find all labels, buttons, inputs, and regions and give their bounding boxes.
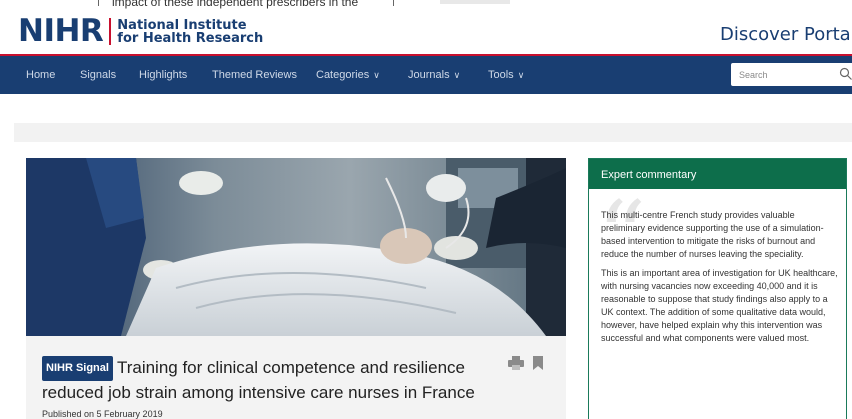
search-box — [731, 63, 852, 86]
chevron-down-icon: ∨ — [373, 70, 380, 80]
expert-commentary: Expert commentary “ This multi-centre Fr… — [588, 158, 847, 419]
site-header: impact of these independent prescribers … — [0, 0, 852, 56]
commentary-paragraph: This multi-centre French study provides … — [601, 210, 824, 259]
logo-text: National Institute for Health Research — [117, 19, 263, 45]
nav-label: Tools — [488, 69, 514, 81]
nav-themed-reviews[interactable]: Themed Reviews — [212, 69, 297, 81]
page: impact of these independent prescribers … — [0, 0, 852, 419]
nav-label: Themed Reviews — [212, 69, 297, 81]
commentary-body: This multi-centre French study provides … — [601, 209, 841, 351]
chevron-down-icon: ∨ — [453, 70, 461, 80]
logo-separator — [109, 18, 112, 45]
print-icon[interactable] — [508, 356, 524, 370]
chevron-down-icon: ∨ — [517, 70, 525, 80]
search-input[interactable] — [739, 66, 829, 83]
divider — [393, 0, 394, 6]
article-card: NIHR Signal Training for clinical compete… — [26, 336, 566, 419]
nav-label: Journals — [408, 69, 450, 81]
portal-title: Discover Portal — [720, 24, 852, 45]
published-date: Published on 5 February 2019 — [42, 409, 163, 419]
article-tools — [508, 356, 544, 370]
logo-line-2: for Health Research — [117, 30, 264, 46]
nihr-logo[interactable]: NIHR National Institute for Health Resea… — [18, 16, 263, 47]
logo-wordmark: NIHR — [18, 13, 104, 49]
nav-label: Signals — [80, 69, 117, 81]
bookmark-icon[interactable] — [532, 356, 544, 370]
nav-highlights[interactable]: Highlights — [139, 69, 187, 81]
divider — [98, 0, 99, 6]
nav-tools[interactable]: Tools ∨ — [488, 69, 524, 81]
nav-signals[interactable]: Signals — [80, 69, 116, 81]
nav-categories[interactable]: Categories ∨ — [316, 69, 380, 81]
article-image — [26, 158, 566, 336]
article-title[interactable]: NIHR Signal Training for clinical compete… — [42, 356, 502, 404]
overflow-text: impact of these independent prescribers … — [112, 0, 359, 9]
nav-label: Categories — [316, 69, 370, 81]
search-icon[interactable] — [839, 67, 852, 81]
content-strip — [14, 123, 852, 142]
nav-label: Highlights — [139, 69, 188, 81]
nav-journals[interactable]: Journals ∨ — [408, 69, 460, 81]
nav-home[interactable]: Home — [26, 69, 55, 81]
main-nav: Home Signals Highlights Themed Reviews C… — [0, 56, 852, 94]
commentary-paragraph: This is an important area of investigati… — [601, 268, 838, 343]
overflow-box — [440, 0, 510, 4]
signal-badge: NIHR Signal — [42, 356, 113, 381]
nav-label: Home — [26, 69, 56, 81]
